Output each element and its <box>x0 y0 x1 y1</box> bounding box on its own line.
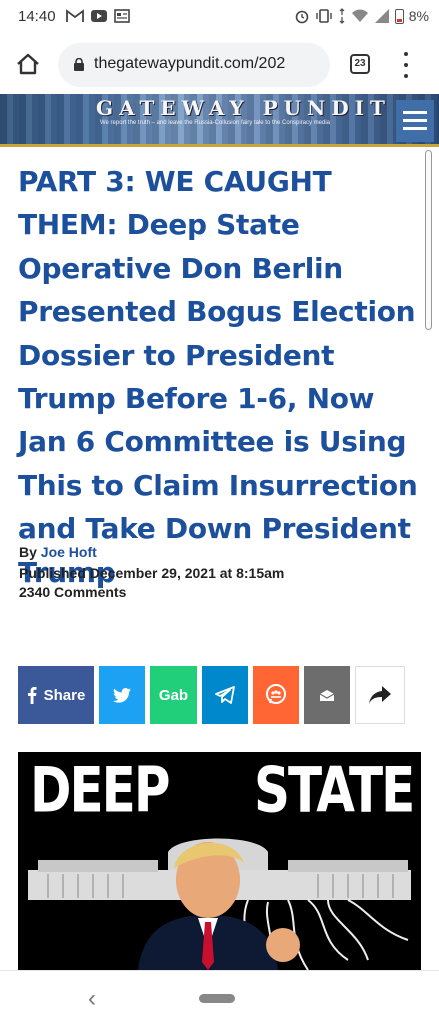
wifi-icon <box>351 9 368 22</box>
notification-icons <box>66 9 130 23</box>
twitter-icon <box>113 687 131 703</box>
battery-percent: 8% <box>408 8 429 24</box>
comment-count[interactable]: 2340 Comments <box>19 584 126 600</box>
byline: By Joe Hoft <box>19 544 97 560</box>
youtube-icon <box>91 10 107 22</box>
status-bar: 14:40 8% <box>0 0 439 36</box>
telegram-icon <box>215 686 235 704</box>
author-link[interactable]: Joe Hoft <box>41 544 97 560</box>
telegram-share-button[interactable] <box>202 666 248 724</box>
mewe-icon <box>266 684 286 704</box>
gab-share-label: Gab <box>158 686 189 704</box>
url-bar[interactable]: thegatewaypundit.com/202 <box>58 43 330 87</box>
article-headline: PART 3: WE CAUGHT THEM: Deep State Opera… <box>18 165 418 589</box>
facebook-share-label: Share <box>43 686 86 704</box>
system-indicators: 8% <box>294 8 429 24</box>
byline-prefix: By <box>19 544 37 560</box>
email-share-button[interactable] <box>304 666 350 724</box>
overflow-menu-icon[interactable] <box>402 52 410 78</box>
vibrate-icon <box>316 9 332 23</box>
gmail-icon <box>66 9 84 22</box>
banner-divider <box>0 144 439 147</box>
tab-switcher-button[interactable]: 23 <box>350 54 370 74</box>
url-text[interactable]: thegatewaypundit.com/202 <box>94 55 285 73</box>
mewe-share-button[interactable] <box>253 666 299 724</box>
twitter-share-button[interactable] <box>99 666 145 724</box>
system-nav-bar: ‹ <box>0 970 439 1024</box>
image-text-state: STATE <box>254 754 415 827</box>
data-transfer-icon <box>339 8 345 24</box>
signal-icon <box>374 9 389 23</box>
status-time: 14:40 <box>18 8 56 25</box>
envelope-icon <box>319 689 335 701</box>
hamburger-menu-icon[interactable] <box>396 100 434 142</box>
facebook-share-button[interactable]: Share <box>18 666 94 724</box>
news-icon <box>114 9 130 23</box>
site-tagline: We report the truth – and leave the Russ… <box>100 120 331 126</box>
featured-image[interactable]: DEEP STATE <box>18 752 421 970</box>
share-bar: Share Gab <box>0 666 439 724</box>
capitol-trump-illustration <box>28 838 411 970</box>
gab-share-button[interactable]: Gab <box>150 666 197 724</box>
battery-icon <box>394 8 404 24</box>
alarm-icon <box>295 10 309 24</box>
share-arrow-icon <box>369 686 391 704</box>
image-text-deep: DEEP <box>30 754 170 827</box>
home-icon[interactable] <box>14 50 42 78</box>
browser-toolbar: thegatewaypundit.com/202 23 <box>0 36 439 94</box>
page-scrollbar[interactable] <box>425 150 432 330</box>
published-date: Published December 29, 2021 at 8:15am <box>19 565 285 581</box>
back-icon[interactable]: ‹ <box>88 985 96 1013</box>
facebook-icon <box>27 687 37 704</box>
lock-icon <box>74 58 84 71</box>
more-share-button[interactable] <box>355 666 405 724</box>
site-logo-title[interactable]: GATEWAY PUNDIT <box>96 96 391 120</box>
site-header-banner[interactable]: GATEWAY PUNDIT We report the truth – and… <box>0 94 439 147</box>
home-gesture-pill[interactable] <box>199 994 235 1003</box>
